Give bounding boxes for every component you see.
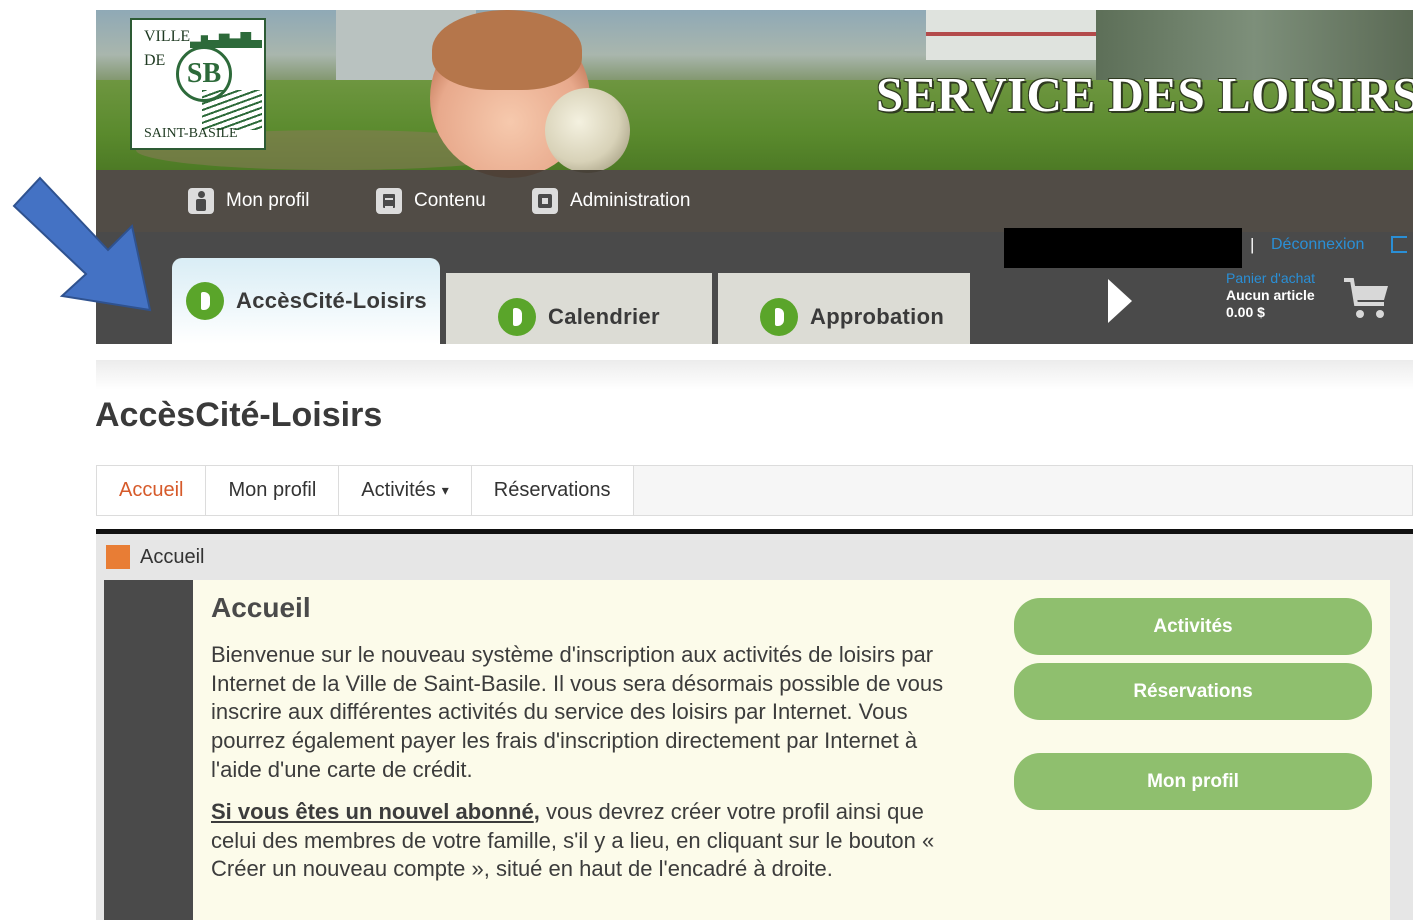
logo-line-3: SAINT-BASILE [144,126,238,141]
sub-navigation: Accueil Mon profil Activités ▾ Réservati… [96,465,1413,516]
tab-approbation[interactable]: Approbation [718,273,970,344]
content-left-column [104,580,193,920]
cart-icon[interactable] [1342,274,1390,322]
reservations-button[interactable]: Réservations [1014,663,1372,720]
mon-profil-button[interactable]: Mon profil [1014,753,1372,810]
subnav-reservations[interactable]: Réservations [471,466,634,515]
app-root: VILLE DE SB SAINT-BASILE SERVICE DES LOI… [0,0,1413,920]
logo-waves [202,90,262,130]
new-subscriber-paragraph: Si vous êtes un nouvel abonné, vous devr… [211,798,971,884]
new-subscriber-emphasis: Si vous êtes un nouvel abonné [211,799,534,824]
topnav-contenu[interactable]: Contenu [376,188,486,214]
activites-button[interactable]: Activités [1014,598,1372,655]
city-logo[interactable]: VILLE DE SB SAINT-BASILE [130,18,266,150]
breadcrumb: Accueil [96,534,1413,580]
banner-photo-child [420,10,630,178]
tab-scroll-right-icon[interactable] [1108,279,1132,323]
topnav-mon-profil[interactable]: Mon profil [188,188,309,214]
welcome-heading: Accueil [211,592,311,623]
topnav-mon-profil-label: Mon profil [226,190,310,211]
logo-line-2: DE [144,52,166,69]
logout-icon[interactable] [1391,236,1407,253]
logout-link[interactable]: Déconnexion [1271,236,1364,254]
account-separator: | [1250,235,1255,254]
tab-calendrier-label: Calendrier [548,303,660,329]
subnav-activites[interactable]: Activités ▾ [339,466,472,515]
tab-calendrier[interactable]: Calendrier [446,273,712,344]
page-title: AccèsCité-Loisirs [95,396,383,434]
section-divider [96,360,1413,390]
leaf-icon [498,297,536,336]
annotation-arrow-icon [12,176,152,312]
shopping-cart-summary[interactable]: Panier d'achat Aucun article 0.00 $ [1226,270,1315,321]
welcome-paragraph: Bienvenue sur le nouveau système d'inscr… [211,642,944,782]
topnav-contenu-label: Contenu [414,190,486,211]
soccer-ball-image [545,88,630,173]
top-navigation: Mon profil Contenu Administration [96,170,1413,232]
child-hair [432,10,582,90]
cart-items: Aucun article [1226,287,1315,303]
chevron-down-icon: ▾ [441,482,449,498]
topnav-administration-label: Administration [570,190,691,211]
redacted-username [1004,228,1242,268]
subnav-mon-profil[interactable]: Mon profil [206,466,340,515]
tab-approbation-label: Approbation [810,303,945,329]
tab-accescite-loisirs-label: AccèsCité-Loisirs [236,288,427,313]
breadcrumb-label: Accueil [140,545,205,568]
topnav-administration[interactable]: Administration [532,188,690,214]
section-square-icon [106,545,130,569]
cart-total: 0.00 $ [1226,304,1265,320]
admin-icon [532,188,558,214]
tab-accescite-loisirs[interactable]: AccèsCité-Loisirs [172,258,440,344]
logo-line-1: VILLE [144,28,191,45]
document-icon [376,188,402,214]
leaf-icon [760,297,798,336]
cart-title[interactable]: Panier d'achat [1226,270,1315,287]
banner-title: SERVICE DES LOISIRS [876,67,1413,122]
subnav-accueil[interactable]: Accueil [97,466,207,515]
subnav-activites-label: Activités [361,479,436,501]
